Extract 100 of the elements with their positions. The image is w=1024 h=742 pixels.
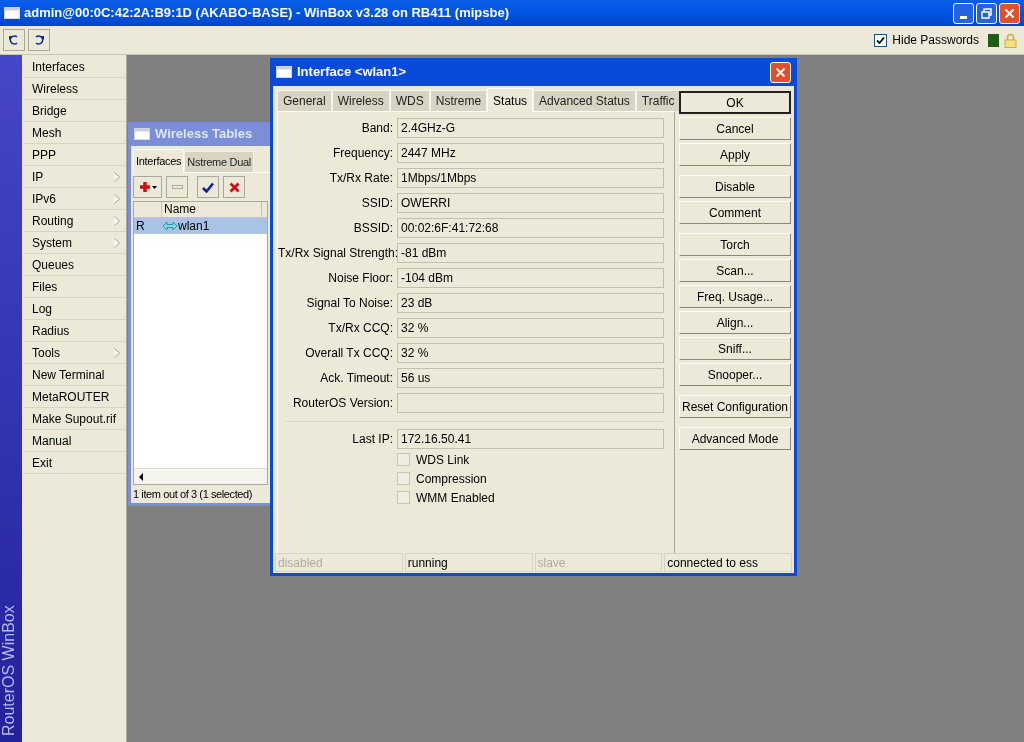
menu-item[interactable]: Bridge	[24, 100, 126, 122]
dialog-button[interactable]: Torch	[679, 233, 791, 256]
value-field: 32 %	[397, 343, 664, 363]
tab[interactable]: Traffic	[635, 90, 681, 111]
checkbox[interactable]	[397, 491, 410, 504]
window-icon	[4, 7, 20, 19]
close-button[interactable]	[770, 61, 791, 83]
menu-item[interactable]: Log	[24, 298, 126, 320]
restore-icon	[981, 7, 992, 19]
dialog-button[interactable]: Cancel	[679, 117, 791, 140]
field-label: Signal To Noise:	[305, 295, 393, 312]
wireless-interface-icon	[162, 221, 178, 231]
menu-item[interactable]: Queues	[24, 254, 126, 276]
dialog-button[interactable]: Scan...	[679, 259, 791, 282]
window-icon	[134, 128, 150, 140]
disable-button[interactable]	[223, 176, 245, 198]
dialog-button[interactable]: Sniff...	[679, 337, 791, 360]
tab[interactable]: General	[277, 90, 332, 111]
menu-item[interactable]: Wireless	[24, 78, 126, 100]
submenu-arrow-icon	[114, 237, 120, 248]
dialog-button[interactable]: Align...	[679, 311, 791, 334]
brand-label: RouterOS WinBox	[0, 605, 18, 736]
field-label: Frequency:	[331, 145, 393, 162]
tab[interactable]: Wireless	[331, 90, 390, 111]
menu-item[interactable]: Exit	[24, 452, 126, 474]
value-field: -81 dBm	[397, 243, 664, 263]
value-field: 172.16.50.41	[397, 429, 664, 449]
menu-item[interactable]: Make Supout.rif	[24, 408, 126, 430]
dialog-button[interactable]: OK	[679, 91, 791, 114]
value-field: OWERRI	[397, 193, 664, 213]
value-field: 32 %	[397, 318, 664, 338]
tab[interactable]: Status	[487, 88, 534, 112]
menu-item[interactable]: PPP	[24, 144, 126, 166]
hide-passwords-label: Hide Passwords	[892, 32, 979, 49]
field-label: Band:	[360, 120, 393, 137]
menu-item[interactable]: Radius	[24, 320, 126, 342]
window-icon	[276, 66, 292, 78]
redo-icon	[33, 34, 45, 46]
field-label: Tx/Rx Rate:	[328, 170, 393, 187]
tab[interactable]: Nstreme	[429, 90, 488, 111]
submenu-arrow-icon	[114, 347, 120, 358]
caret-icon	[151, 185, 157, 189]
menu-item[interactable]: Manual	[24, 430, 126, 452]
value-field: 2447 MHz	[397, 143, 664, 163]
menu-item[interactable]: Routing	[24, 210, 126, 232]
status-bar-cell: running	[404, 553, 533, 572]
dialog-button[interactable]: Freq. Usage...	[679, 285, 791, 308]
checkbox-label: WDS Link	[416, 451, 470, 469]
restore-button[interactable]	[976, 2, 997, 24]
dialog-button[interactable]: Reset Configuration	[679, 395, 791, 418]
checkbox[interactable]	[397, 453, 410, 466]
add-button[interactable]	[133, 176, 162, 198]
status-bar-cell: disabled	[275, 553, 403, 572]
value-field: 23 dB	[397, 293, 664, 313]
menu-item[interactable]: Interfaces	[24, 56, 126, 78]
flag-cell-text: R	[135, 218, 146, 234]
menu-item[interactable]: Tools	[24, 342, 126, 364]
submenu-arrow-icon	[114, 215, 120, 226]
submenu-arrow-icon	[114, 193, 120, 204]
enable-button[interactable]	[197, 176, 219, 198]
menu-item[interactable]: Files	[24, 276, 126, 298]
checkbox-label: Compression	[416, 470, 487, 488]
tab[interactable]: WDS	[389, 90, 430, 111]
status-square-icon	[988, 33, 999, 47]
field-label: Noise Floor:	[327, 270, 393, 287]
redo-button[interactable]	[28, 29, 50, 51]
menu-item[interactable]: Mesh	[24, 122, 126, 144]
status-bar-cell: slave	[534, 553, 663, 572]
tab[interactable]: Nstreme Dual	[184, 151, 254, 172]
checkmark-icon	[202, 181, 214, 193]
horizontal-scrollbar[interactable]	[134, 468, 267, 484]
dialog-button[interactable]: Disable	[679, 175, 791, 198]
minimize-button[interactable]	[953, 2, 974, 24]
checkbox[interactable]	[397, 472, 410, 485]
menu-item[interactable]: MetaROUTER	[24, 386, 126, 408]
menu-item[interactable]: System	[24, 232, 126, 254]
hide-passwords-checkbox[interactable]	[874, 33, 888, 47]
undo-button[interactable]	[3, 29, 25, 51]
close-icon	[1004, 7, 1015, 19]
field-label: Overall Tx CCQ:	[304, 345, 393, 362]
value-field: 1Mbps/1Mbps	[397, 168, 664, 188]
menu-item[interactable]: New Terminal	[24, 364, 126, 386]
menu-item[interactable]: IPv6	[24, 188, 126, 210]
name-cell: wlan1	[178, 218, 210, 234]
cross-icon	[228, 181, 240, 193]
field-label: Tx/Rx CCQ:	[327, 320, 393, 337]
table-row[interactable]: R wlan1	[134, 218, 267, 234]
dialog-button[interactable]: Snooper...	[679, 363, 791, 386]
dialog-button[interactable]: Comment	[679, 201, 791, 224]
field-label: Last IP:	[351, 431, 393, 448]
tab[interactable]: Interfaces	[133, 149, 185, 173]
menu-item[interactable]: IP	[24, 166, 126, 188]
field-label: Ack. Timeout:	[319, 370, 393, 387]
tab[interactable]: Advanced Status	[533, 90, 636, 111]
value-field: 00:02:6F:41:72:68	[397, 218, 664, 238]
value-field: 56 us	[397, 368, 664, 388]
value-field: 2.4GHz-G	[397, 118, 664, 138]
dialog-button[interactable]: Advanced Mode	[679, 427, 791, 450]
dialog-button[interactable]: Apply	[679, 143, 791, 166]
close-button[interactable]	[999, 2, 1020, 24]
